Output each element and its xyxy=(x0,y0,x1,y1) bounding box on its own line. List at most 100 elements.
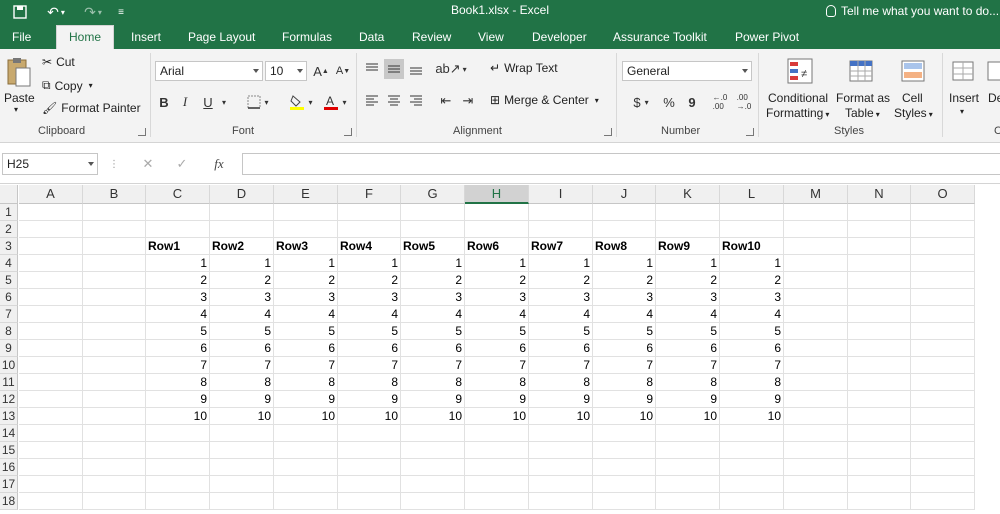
cell-l15[interactable] xyxy=(720,442,784,459)
cell-o6[interactable] xyxy=(911,289,975,306)
cell-l17[interactable] xyxy=(720,476,784,493)
column-header-i[interactable]: I xyxy=(529,185,593,204)
cell-o1[interactable] xyxy=(911,204,975,221)
cell-d13[interactable]: 10 xyxy=(210,408,274,425)
currency-button[interactable]: $ ▾ xyxy=(626,92,656,112)
tab-insert[interactable]: Insert xyxy=(131,28,161,49)
cell-d3[interactable]: Row2 xyxy=(210,238,274,255)
cell-c9[interactable]: 6 xyxy=(146,340,210,357)
cell-g13[interactable]: 10 xyxy=(401,408,465,425)
cell-l12[interactable]: 9 xyxy=(720,391,784,408)
cell-d16[interactable] xyxy=(210,459,274,476)
cell-i13[interactable]: 10 xyxy=(529,408,593,425)
column-header-m[interactable]: M xyxy=(784,185,848,204)
cell-m9[interactable] xyxy=(784,340,848,357)
cell-l2[interactable] xyxy=(720,221,784,238)
cell-g6[interactable]: 3 xyxy=(401,289,465,306)
cell-i3[interactable]: Row7 xyxy=(529,238,593,255)
cell-k11[interactable]: 8 xyxy=(656,374,720,391)
cell-f16[interactable] xyxy=(338,459,401,476)
delete-cells-icon[interactable] xyxy=(986,55,1000,87)
cell-o3[interactable] xyxy=(911,238,975,255)
cell-k7[interactable]: 4 xyxy=(656,306,720,323)
cell-h7[interactable]: 4 xyxy=(465,306,529,323)
cell-a8[interactable] xyxy=(19,323,83,340)
cell-i14[interactable] xyxy=(529,425,593,442)
cell-i9[interactable]: 6 xyxy=(529,340,593,357)
cell-a9[interactable] xyxy=(19,340,83,357)
borders-icon[interactable]: ▾ xyxy=(244,92,272,112)
cell-l10[interactable]: 7 xyxy=(720,357,784,374)
copy-button[interactable]: ⧉ Copy ▾ xyxy=(42,78,93,93)
row-header-17[interactable]: 17 xyxy=(0,476,18,493)
cell-styles-label-2[interactable]: Styles ▾ xyxy=(894,106,933,120)
cell-f1[interactable] xyxy=(338,204,401,221)
cell-o15[interactable] xyxy=(911,442,975,459)
cell-g17[interactable] xyxy=(401,476,465,493)
cell-d6[interactable]: 3 xyxy=(210,289,274,306)
cell-b2[interactable] xyxy=(83,221,146,238)
cell-j18[interactable] xyxy=(593,493,656,510)
increase-indent-icon[interactable]: ⇥ xyxy=(458,91,478,111)
cell-n17[interactable] xyxy=(848,476,911,493)
enter-icon[interactable]: ✓ xyxy=(172,154,192,174)
cell-k17[interactable] xyxy=(656,476,720,493)
cell-k9[interactable]: 6 xyxy=(656,340,720,357)
insert-cells-icon[interactable] xyxy=(950,55,978,87)
worksheet-grid[interactable]: A B C D E F G H I J K L M N O 1 2 3 Row1 Row2 Row3 Row4 Row5 Ro… xyxy=(0,185,1000,514)
cell-d7[interactable]: 4 xyxy=(210,306,274,323)
row-header-6[interactable]: 6 xyxy=(0,289,18,306)
cell-n7[interactable] xyxy=(848,306,911,323)
cell-a14[interactable] xyxy=(19,425,83,442)
cell-o7[interactable] xyxy=(911,306,975,323)
comma-button[interactable]: 9 xyxy=(684,92,700,112)
cell-b11[interactable] xyxy=(83,374,146,391)
format-as-table-icon[interactable] xyxy=(846,55,878,87)
cell-l7[interactable]: 4 xyxy=(720,306,784,323)
cell-j10[interactable]: 7 xyxy=(593,357,656,374)
cell-g3[interactable]: Row5 xyxy=(401,238,465,255)
bold-button[interactable]: B xyxy=(155,92,173,112)
cell-f14[interactable] xyxy=(338,425,401,442)
underline-button[interactable]: U xyxy=(199,92,217,112)
cell-l16[interactable] xyxy=(720,459,784,476)
cell-d5[interactable]: 2 xyxy=(210,272,274,289)
cell-j13[interactable]: 10 xyxy=(593,408,656,425)
tab-view[interactable]: View xyxy=(478,28,504,49)
cell-e14[interactable] xyxy=(274,425,338,442)
cell-h13[interactable]: 10 xyxy=(465,408,529,425)
select-all-corner[interactable] xyxy=(0,185,18,204)
column-header-b[interactable]: B xyxy=(83,185,146,204)
cell-d10[interactable]: 7 xyxy=(210,357,274,374)
cell-b1[interactable] xyxy=(83,204,146,221)
cell-j17[interactable] xyxy=(593,476,656,493)
cell-g11[interactable]: 8 xyxy=(401,374,465,391)
cell-l9[interactable]: 6 xyxy=(720,340,784,357)
cell-e13[interactable]: 10 xyxy=(274,408,338,425)
tab-home[interactable]: Home xyxy=(56,25,115,49)
cell-f15[interactable] xyxy=(338,442,401,459)
row-header-8[interactable]: 8 xyxy=(0,323,18,340)
cell-n2[interactable] xyxy=(848,221,911,238)
cell-g15[interactable] xyxy=(401,442,465,459)
cell-k15[interactable] xyxy=(656,442,720,459)
cell-b13[interactable] xyxy=(83,408,146,425)
cell-d14[interactable] xyxy=(210,425,274,442)
cell-j1[interactable] xyxy=(593,204,656,221)
name-box[interactable]: H25 xyxy=(2,153,98,175)
cell-f6[interactable]: 3 xyxy=(338,289,401,306)
cell-g1[interactable] xyxy=(401,204,465,221)
cell-g10[interactable]: 7 xyxy=(401,357,465,374)
cell-l11[interactable]: 8 xyxy=(720,374,784,391)
cell-a7[interactable] xyxy=(19,306,83,323)
cell-f2[interactable] xyxy=(338,221,401,238)
cell-j2[interactable] xyxy=(593,221,656,238)
cell-c1[interactable] xyxy=(146,204,210,221)
cell-c16[interactable] xyxy=(146,459,210,476)
cell-k3[interactable]: Row9 xyxy=(656,238,720,255)
cell-h17[interactable] xyxy=(465,476,529,493)
cell-f3[interactable]: Row4 xyxy=(338,238,401,255)
cell-c13[interactable]: 10 xyxy=(146,408,210,425)
cell-j11[interactable]: 8 xyxy=(593,374,656,391)
cell-m13[interactable] xyxy=(784,408,848,425)
